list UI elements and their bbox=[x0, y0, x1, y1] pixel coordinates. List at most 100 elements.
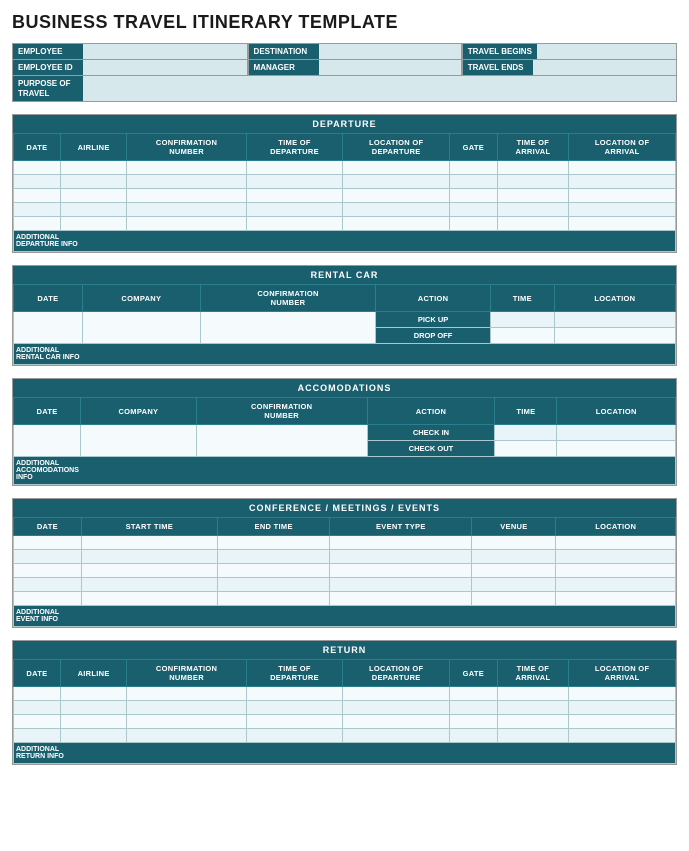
departure-col-time-arr: TIME OFARRIVAL bbox=[497, 134, 569, 161]
conf-col-location: LOCATION bbox=[556, 518, 676, 536]
accom-col-date: DATE bbox=[14, 398, 81, 425]
rental-car-col-action: ACTION bbox=[376, 285, 491, 312]
rental-car-table: DATE COMPANY CONFIRMATIONNUMBER ACTION T… bbox=[13, 284, 676, 365]
accom-checkout-label: CHECK OUT bbox=[367, 441, 495, 457]
departure-col-gate: GATE bbox=[450, 134, 498, 161]
rental-car-dropoff-label: DROP OFF bbox=[376, 328, 491, 344]
accom-col-location: LOCATION bbox=[557, 398, 676, 425]
employee-id-value[interactable] bbox=[83, 60, 248, 75]
rental-car-section: RENTAL CAR DATE COMPANY CONFIRMATIONNUMB… bbox=[12, 265, 677, 366]
conf-data-row-2 bbox=[14, 550, 676, 564]
return-col-date: DATE bbox=[14, 660, 61, 687]
info-grid: EMPLOYEE DESTINATION TRAVEL BEGINS EMPLO… bbox=[12, 43, 677, 102]
return-title: RETURN bbox=[13, 641, 676, 659]
travel-ends-value[interactable] bbox=[533, 60, 676, 75]
rental-car-col-date: DATE bbox=[14, 285, 83, 312]
departure-additional-label: ADDITIONAL DEPARTURE INFO bbox=[14, 231, 676, 252]
rental-car-title: RENTAL CAR bbox=[13, 266, 676, 284]
departure-col-airline: AIRLINE bbox=[60, 134, 127, 161]
conf-col-start: START TIME bbox=[81, 518, 217, 536]
page-title: BUSINESS TRAVEL ITINERARY TEMPLATE bbox=[12, 12, 677, 33]
return-data-row-3 bbox=[14, 715, 676, 729]
rental-car-col-location: LOCATION bbox=[554, 285, 675, 312]
accom-col-company: COMPANY bbox=[81, 398, 197, 425]
departure-data-row-3 bbox=[14, 189, 676, 203]
accom-col-time: TIME bbox=[495, 398, 557, 425]
departure-col-date: DATE bbox=[14, 134, 61, 161]
departure-header-row: DATE AIRLINE CONFIRMATIONNUMBER TIME OFD… bbox=[14, 134, 676, 161]
departure-data-row-1 bbox=[14, 161, 676, 175]
accommodations-title: ACCOMODATIONS bbox=[13, 379, 676, 397]
departure-data-row-5 bbox=[14, 217, 676, 231]
conf-data-row-4 bbox=[14, 578, 676, 592]
accommodations-table: DATE COMPANY CONFIRMATIONNUMBER ACTION T… bbox=[13, 397, 676, 485]
return-col-confirmation: CONFIRMATIONNUMBER bbox=[127, 660, 246, 687]
manager-value[interactable] bbox=[319, 60, 462, 75]
departure-col-time-dep: TIME OFDEPARTURE bbox=[246, 134, 343, 161]
travel-begins-label: TRAVEL BEGINS bbox=[463, 44, 537, 59]
return-col-time-dep: TIME OFDEPARTURE bbox=[246, 660, 343, 687]
purpose-value[interactable] bbox=[83, 76, 676, 101]
return-section: RETURN DATE AIRLINE CONFIRMATIONNUMBER T… bbox=[12, 640, 677, 765]
rental-car-additional-label: ADDITIONAL RENTAL CAR INFO bbox=[14, 344, 676, 365]
accom-additional-label: ADDITIONAL ACCOMODATIONS INFO bbox=[14, 457, 676, 485]
return-additional-row: ADDITIONAL RETURN INFO bbox=[14, 743, 676, 764]
departure-data-row-2 bbox=[14, 175, 676, 189]
rental-car-additional-row: ADDITIONAL RENTAL CAR INFO bbox=[14, 344, 676, 365]
return-data-row-4 bbox=[14, 729, 676, 743]
accom-col-action: ACTION bbox=[367, 398, 495, 425]
conf-data-row-3 bbox=[14, 564, 676, 578]
conf-col-venue: VENUE bbox=[472, 518, 556, 536]
conf-col-end: END TIME bbox=[217, 518, 329, 536]
info-row-2: EMPLOYEE ID MANAGER TRAVEL ENDS bbox=[13, 60, 676, 76]
conference-table: DATE START TIME END TIME EVENT TYPE VENU… bbox=[13, 517, 676, 627]
travel-ends-label: TRAVEL ENDS bbox=[463, 60, 533, 75]
rental-car-pickup-row: PICK UP bbox=[14, 312, 676, 328]
conference-section: CONFERENCE / MEETINGS / EVENTS DATE STAR… bbox=[12, 498, 677, 628]
conf-data-row-1 bbox=[14, 536, 676, 550]
accommodations-section: ACCOMODATIONS DATE COMPANY CONFIRMATIONN… bbox=[12, 378, 677, 486]
return-col-location-arr: LOCATION OFARRIVAL bbox=[569, 660, 676, 687]
return-col-gate: GATE bbox=[450, 660, 498, 687]
departure-col-location-arr: LOCATION OFARRIVAL bbox=[569, 134, 676, 161]
departure-col-location-dep: LOCATION OFDEPARTURE bbox=[343, 134, 450, 161]
rental-car-col-time: TIME bbox=[491, 285, 555, 312]
departure-col-confirmation: CONFIRMATIONNUMBER bbox=[127, 134, 246, 161]
destination-value[interactable] bbox=[319, 44, 462, 59]
accommodations-header-row: DATE COMPANY CONFIRMATIONNUMBER ACTION T… bbox=[14, 398, 676, 425]
info-row-1: EMPLOYEE DESTINATION TRAVEL BEGINS bbox=[13, 44, 676, 60]
return-data-row-2 bbox=[14, 701, 676, 715]
rental-car-col-confirmation: CONFIRMATIONNUMBER bbox=[201, 285, 376, 312]
employee-label: EMPLOYEE bbox=[13, 44, 83, 59]
info-row-3: PURPOSE OF TRAVEL bbox=[13, 76, 676, 101]
return-col-location-dep: LOCATION OFDEPARTURE bbox=[343, 660, 450, 687]
conference-title: CONFERENCE / MEETINGS / EVENTS bbox=[13, 499, 676, 517]
manager-label: MANAGER bbox=[249, 60, 319, 75]
accom-col-confirmation: CONFIRMATIONNUMBER bbox=[196, 398, 367, 425]
employee-id-label: EMPLOYEE ID bbox=[13, 60, 83, 75]
departure-title: DEPARTURE bbox=[13, 115, 676, 133]
accom-checkin-row: CHECK IN bbox=[14, 425, 676, 441]
accom-additional-row: ADDITIONAL ACCOMODATIONS INFO bbox=[14, 457, 676, 485]
conf-col-date: DATE bbox=[14, 518, 82, 536]
travel-begins-value[interactable] bbox=[537, 44, 676, 59]
return-additional-label: ADDITIONAL RETURN INFO bbox=[14, 743, 676, 764]
rental-car-pickup-label: PICK UP bbox=[376, 312, 491, 328]
employee-value[interactable] bbox=[83, 44, 248, 59]
departure-additional-row: ADDITIONAL DEPARTURE INFO bbox=[14, 231, 676, 252]
return-col-airline: AIRLINE bbox=[60, 660, 127, 687]
conference-header-row: DATE START TIME END TIME EVENT TYPE VENU… bbox=[14, 518, 676, 536]
return-data-row-1 bbox=[14, 687, 676, 701]
conf-additional-row: ADDITIONAL EVENT INFO bbox=[14, 606, 676, 627]
return-header-row: DATE AIRLINE CONFIRMATIONNUMBER TIME OFD… bbox=[14, 660, 676, 687]
departure-table: DATE AIRLINE CONFIRMATIONNUMBER TIME OFD… bbox=[13, 133, 676, 252]
rental-car-col-company: COMPANY bbox=[82, 285, 200, 312]
departure-section: DEPARTURE DATE AIRLINE CONFIRMATIONNUMBE… bbox=[12, 114, 677, 253]
departure-data-row-4 bbox=[14, 203, 676, 217]
return-table: DATE AIRLINE CONFIRMATIONNUMBER TIME OFD… bbox=[13, 659, 676, 764]
conf-additional-label: ADDITIONAL EVENT INFO bbox=[14, 606, 676, 627]
accom-checkin-label: CHECK IN bbox=[367, 425, 495, 441]
rental-car-header-row: DATE COMPANY CONFIRMATIONNUMBER ACTION T… bbox=[14, 285, 676, 312]
conf-col-event-type: EVENT TYPE bbox=[330, 518, 472, 536]
purpose-label: PURPOSE OF TRAVEL bbox=[13, 76, 83, 101]
